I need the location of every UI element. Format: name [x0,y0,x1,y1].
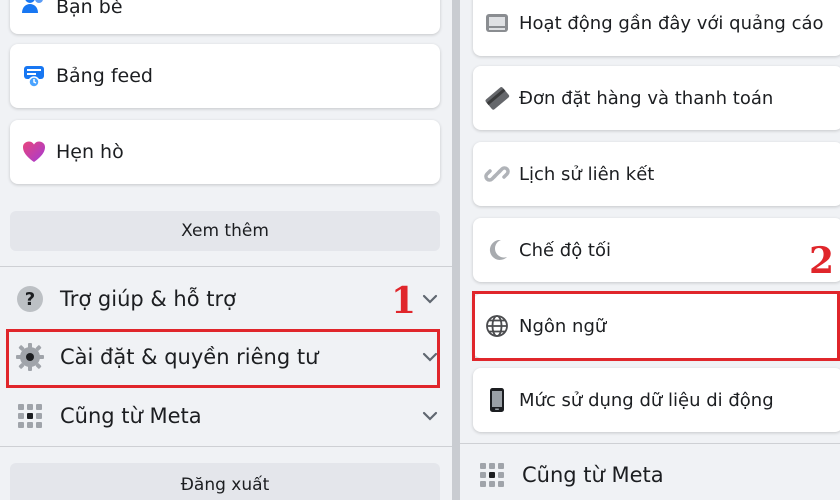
help-icon: ? [14,283,46,315]
logout-button[interactable]: Đăng xuất [10,463,440,500]
settings-item-orders[interactable]: Đơn đặt hàng và thanh toán [473,66,840,130]
settings-item-label: Hoạt động gần đây với quảng cáo [519,12,824,34]
phone-icon [483,386,511,414]
feed-icon [20,62,48,90]
left-menu-panel: Bạn bè Bảng feed Hẹn hò Xem thêm ? Trợ g… [0,0,452,500]
highlight-box-2 [472,291,840,361]
chevron-down-icon[interactable] [418,287,442,311]
divider [460,443,840,444]
card-icon [483,84,511,112]
menu-card-label: Bạn bè [56,0,123,18]
menu-card-feed[interactable]: Bảng feed [10,44,440,108]
settings-item-label: Lịch sử liên kết [519,163,655,185]
divider [0,266,452,267]
annotation-number-2: 2 [809,240,835,282]
menu-card-label: Hẹn hò [56,141,124,163]
see-more-button[interactable]: Xem thêm [10,211,440,251]
settings-panel: Hoạt động gần đây với quảng cáo Đơn đặt … [460,0,840,500]
menu-card-friends[interactable]: Bạn bè [10,0,440,34]
meta-row-label: Cũng từ Meta [522,463,664,487]
settings-item-label: Đơn đặt hàng và thanh toán [519,87,774,109]
menu-card-label: Bảng feed [56,65,153,87]
menu-card-dating[interactable]: Hẹn hò [10,120,440,184]
menu-row-meta[interactable]: Cũng từ Meta [10,391,442,441]
chevron-down-icon[interactable] [418,404,442,428]
menu-row-help[interactable]: ? Trợ giúp & hỗ trợ [10,274,442,324]
panel-divider [452,0,460,500]
meta-row[interactable]: Cũng từ Meta [478,455,664,495]
heart-icon [20,138,48,166]
moon-icon [483,236,511,264]
grid-icon [478,461,506,489]
highlight-box-1 [6,329,440,388]
menu-row-label: Trợ giúp & hỗ trợ [60,287,236,311]
settings-item-ad-activity[interactable]: Hoạt động gần đây với quảng cáo [473,0,840,56]
divider [0,446,452,447]
settings-item-dark-mode[interactable]: Chế độ tối [473,218,840,282]
settings-item-label: Chế độ tối [519,239,612,261]
friends-icon [20,0,48,16]
annotation-number-1: 1 [391,280,417,322]
menu-row-label: Cũng từ Meta [60,404,202,428]
link-icon [483,160,511,188]
settings-item-link-history[interactable]: Lịch sử liên kết [473,142,840,206]
svg-text:?: ? [25,289,35,310]
grid-icon [14,400,46,432]
settings-item-mobile-data[interactable]: Mức sử dụng dữ liệu di động [473,368,840,432]
settings-item-label: Mức sử dụng dữ liệu di động [519,389,774,411]
ad-activity-icon [483,9,511,37]
